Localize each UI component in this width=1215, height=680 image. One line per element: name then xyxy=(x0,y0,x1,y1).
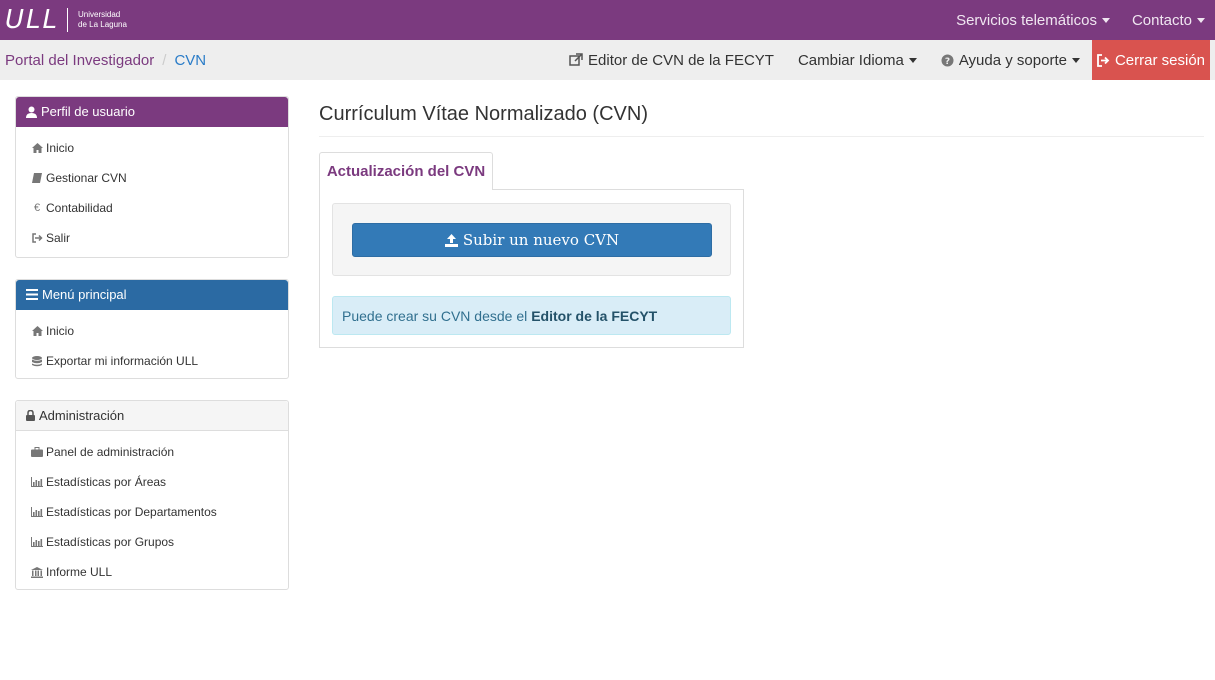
sidebar-item-label: Panel de administración xyxy=(46,445,175,459)
sidebar-item-contabilidad[interactable]: € Contabilidad xyxy=(16,193,288,223)
upload-button-label: Subir un nuevo CVN xyxy=(462,231,620,249)
language-dropdown[interactable]: Cambiar Idioma xyxy=(786,40,929,80)
sidebar-item-label: Contabilidad xyxy=(46,201,113,215)
secondary-navbar: Portal del Investigador / CVN Editor de … xyxy=(0,40,1215,80)
tab-label: Actualización del CVN xyxy=(326,163,486,180)
breadcrumb-separator: / xyxy=(162,51,167,69)
admin-panel: Administración Panel de administración E… xyxy=(15,400,289,590)
euro-icon: € xyxy=(33,202,41,214)
external-link-icon xyxy=(569,53,583,66)
tab-actualizacion-cvn[interactable]: Actualización del CVN xyxy=(319,152,493,190)
logo-text: Universidad de La Laguna xyxy=(78,10,127,30)
help-dropdown[interactable]: ? Ayuda y soporte xyxy=(929,40,1092,80)
sidebar-item-label: Informe ULL xyxy=(46,565,113,579)
sign-out-icon xyxy=(1097,53,1110,67)
breadcrumb-current: CVN xyxy=(174,51,207,69)
services-label: Servicios telemáticos xyxy=(956,11,1097,29)
sidebar-item-label: Estadísticas por Grupos xyxy=(46,535,175,549)
home-icon xyxy=(30,143,44,153)
lock-icon xyxy=(26,410,35,421)
sidebar-item-label: Salir xyxy=(46,231,71,245)
ull-logo[interactable]: ULL Universidad de La Laguna xyxy=(5,5,127,35)
briefcase-icon xyxy=(30,447,44,457)
question-circle-icon: ? xyxy=(941,54,954,67)
sidebar-item-informe-ull[interactable]: Informe ULL xyxy=(16,557,288,587)
upload-cvn-button[interactable]: Subir un nuevo CVN xyxy=(352,223,712,257)
profile-panel-heading: Perfil de usuario xyxy=(16,97,288,127)
sidebar-item-estadisticas-departamentos[interactable]: Estadísticas por Departamentos xyxy=(16,497,288,527)
logout-button[interactable]: Cerrar sesión xyxy=(1091,40,1210,80)
caret-down-icon xyxy=(1197,17,1205,23)
main-menu-panel-heading: Menú principal xyxy=(16,280,288,310)
logo-text-line1: Universidad xyxy=(78,10,121,19)
sidebar-item-label: Exportar mi información ULL xyxy=(46,354,199,368)
upload-icon xyxy=(444,233,458,247)
database-icon xyxy=(30,355,44,367)
services-dropdown[interactable]: Servicios telemáticos xyxy=(942,12,1118,29)
language-label: Cambiar Idioma xyxy=(797,51,904,69)
breadcrumb: Portal del Investigador / CVN xyxy=(5,40,206,80)
contact-dropdown[interactable]: Contacto xyxy=(1118,12,1215,29)
bar-chart-icon xyxy=(30,477,44,487)
help-label: Ayuda y soporte xyxy=(958,51,1067,69)
sidebar-item-panel-admin[interactable]: Panel de administración xyxy=(16,437,288,467)
logout-label: Cerrar sesión xyxy=(1114,51,1205,69)
sidebar-item-gestionar-cvn[interactable]: Gestionar CVN xyxy=(16,163,288,193)
secondary-nav-menu: Editor de CVN de la FECYT Cambiar Idioma… xyxy=(557,40,1210,80)
home-icon xyxy=(30,326,44,336)
sidebar-item-inicio[interactable]: Inicio xyxy=(16,316,288,346)
sidebar-item-estadisticas-areas[interactable]: Estadísticas por Áreas xyxy=(16,467,288,497)
tab-content: Subir un nuevo CVN Puede crear su CVN de… xyxy=(319,189,744,348)
sign-out-icon xyxy=(30,233,44,243)
upload-well: Subir un nuevo CVN xyxy=(332,203,731,276)
profile-panel: Perfil de usuario Inicio Gestionar CVN €… xyxy=(15,96,289,258)
sidebar-item-label: Inicio xyxy=(46,141,75,155)
caret-down-icon xyxy=(908,57,917,63)
profile-panel-title: Perfil de usuario xyxy=(41,104,135,119)
info-alert: Puede crear su CVN desde el Editor de la… xyxy=(332,296,731,335)
sidebar-item-label: Inicio xyxy=(46,324,75,338)
sidebar-item-inicio[interactable]: Inicio xyxy=(16,133,288,163)
bar-chart-icon xyxy=(30,507,44,517)
title-divider xyxy=(319,136,1204,137)
institution-icon xyxy=(30,566,44,578)
contact-label: Contacto xyxy=(1131,11,1192,29)
user-icon xyxy=(26,106,37,118)
bars-icon xyxy=(26,289,38,300)
info-text: Puede crear su CVN desde el xyxy=(342,307,528,324)
page-title: Currículum Vítae Normalizado (CVN) xyxy=(319,103,648,125)
breadcrumb-home-link[interactable]: Portal del Investigador xyxy=(5,52,154,69)
sidebar-item-salir[interactable]: Salir xyxy=(16,223,288,253)
admin-panel-title: Administración xyxy=(39,408,125,423)
sidebar-item-exportar[interactable]: Exportar mi información ULL xyxy=(16,346,288,376)
fecyt-editor-link[interactable]: Editor de CVN de la FECYT xyxy=(557,40,786,80)
sidebar-item-label: Estadísticas por Áreas xyxy=(46,475,167,489)
sidebar-item-label: Gestionar CVN xyxy=(46,171,127,185)
book-icon xyxy=(30,173,44,183)
bar-chart-icon xyxy=(30,537,44,547)
caret-down-icon xyxy=(1071,57,1080,63)
sidebar-item-estadisticas-grupos[interactable]: Estadísticas por Grupos xyxy=(16,527,288,557)
sidebar-item-label: Estadísticas por Departamentos xyxy=(46,505,217,519)
top-navbar: ULL Universidad de La Laguna Servicios t… xyxy=(0,0,1215,40)
admin-panel-heading: Administración xyxy=(16,401,288,431)
svg-text:?: ? xyxy=(945,57,950,67)
fecyt-editor-label: Editor de CVN de la FECYT xyxy=(588,51,774,69)
main-menu-panel-title: Menú principal xyxy=(42,287,127,302)
logo-text-line2: de La Laguna xyxy=(78,20,127,29)
logo-mark: ULL xyxy=(5,5,60,35)
top-nav-menu: Servicios telemáticos Contacto xyxy=(942,0,1215,40)
main-menu-panel: Menú principal Inicio Exportar mi inform… xyxy=(15,279,289,379)
caret-down-icon xyxy=(1101,17,1110,23)
fecyt-editor-info-link[interactable]: Editor de la FECYT xyxy=(531,308,657,324)
logo-divider xyxy=(67,8,69,32)
